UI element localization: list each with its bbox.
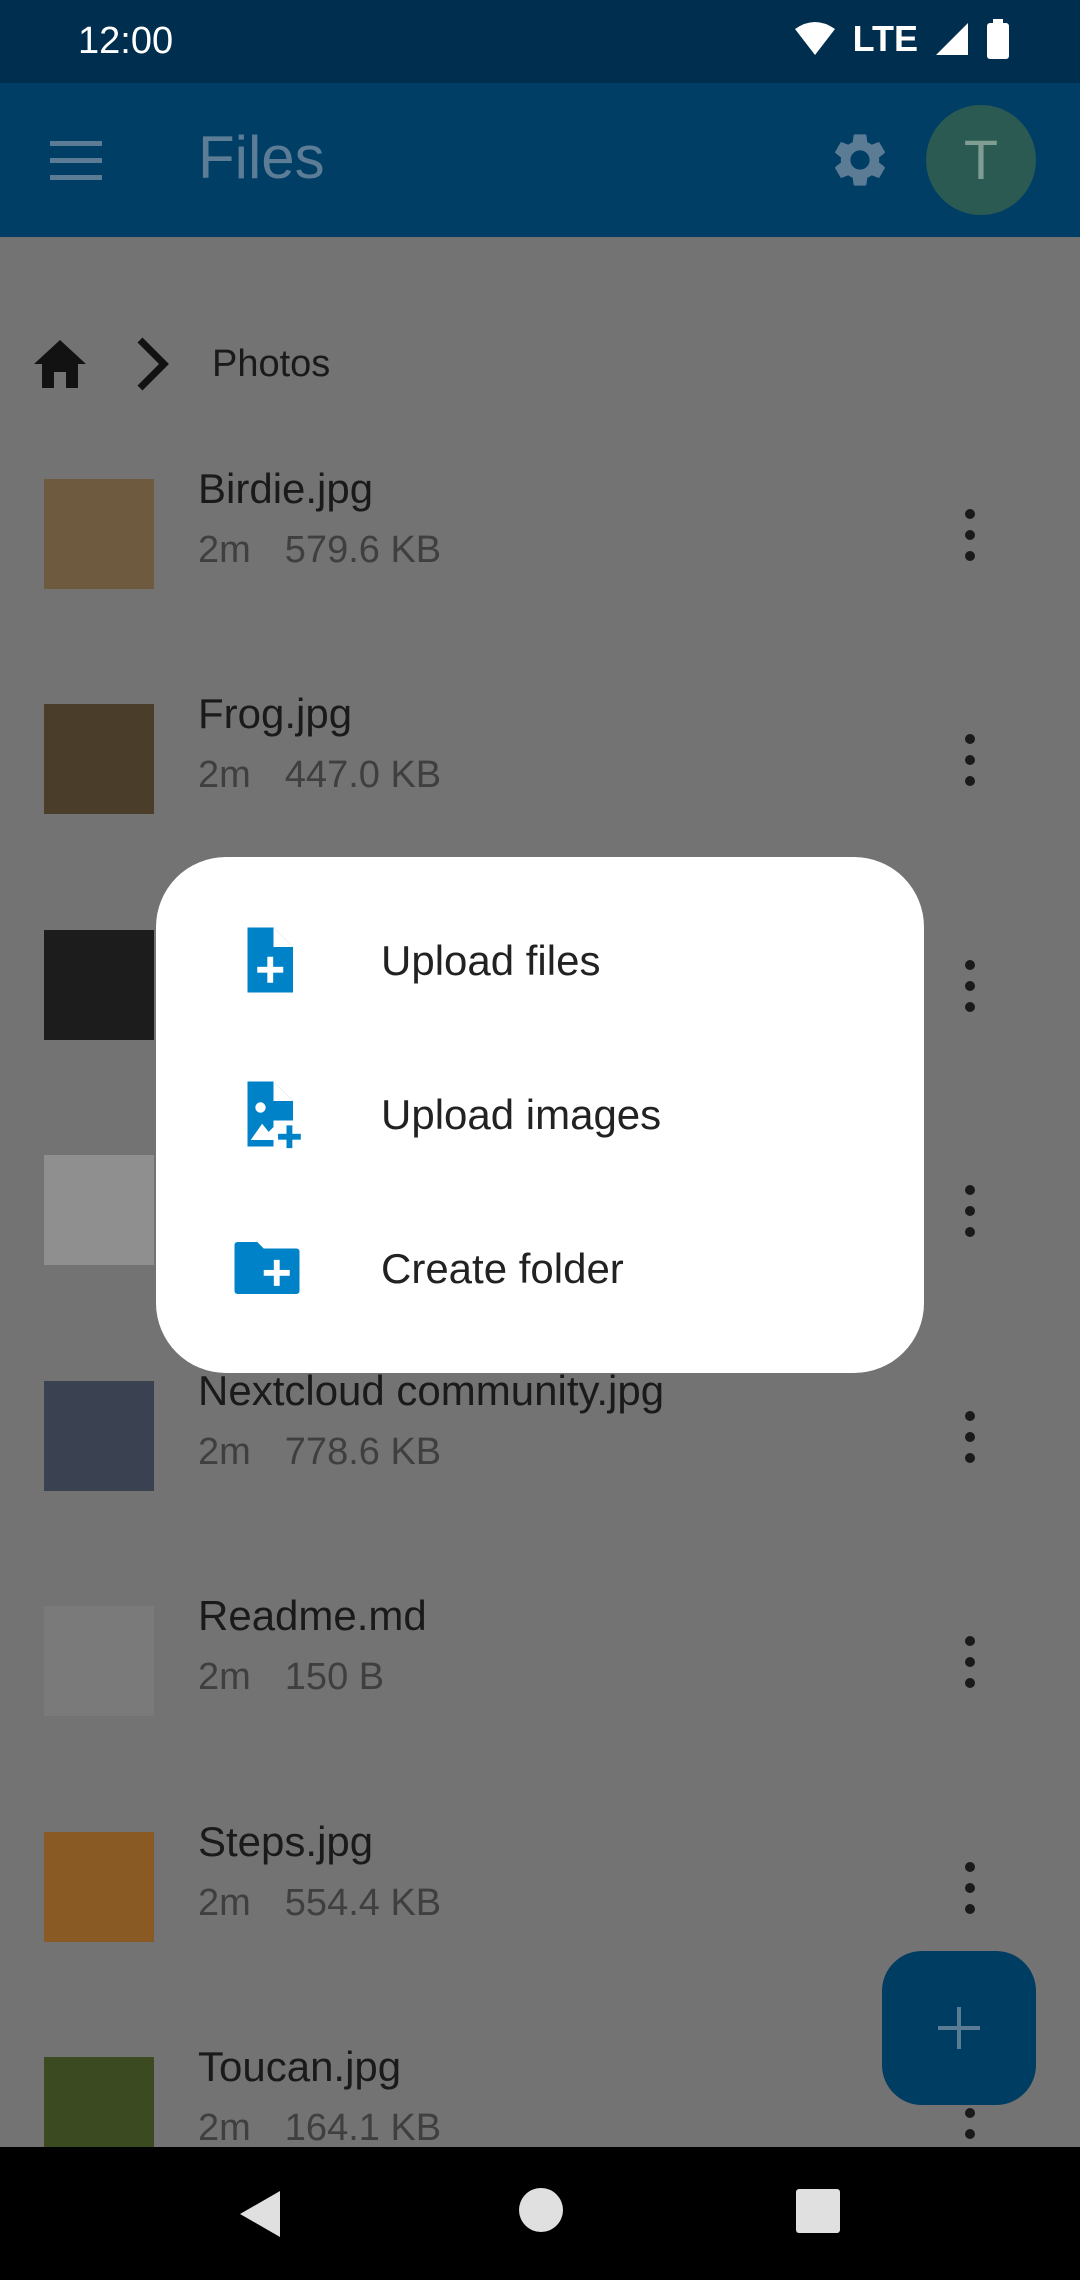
page-title: Files: [198, 124, 325, 191]
recents-icon[interactable]: [796, 2189, 840, 2233]
upload-image-icon: [247, 1081, 301, 1149]
home-icon[interactable]: [32, 336, 88, 392]
create-folder-label: Create folder: [381, 1245, 624, 1292]
plus-icon: [938, 2007, 980, 2049]
file-name: Readme.md: [198, 1592, 427, 1639]
more-options-icon[interactable]: [952, 1632, 988, 1692]
file-size: 579.6 KB: [284, 529, 442, 571]
status-time: 12:00: [78, 20, 174, 62]
file-size: 447.0 KB: [284, 754, 442, 796]
file-thumbnail: [44, 1381, 154, 1491]
more-options-icon[interactable]: [952, 1407, 988, 1467]
breadcrumb: Photos: [32, 329, 330, 399]
back-icon[interactable]: [236, 2187, 286, 2241]
gear-icon[interactable]: [828, 128, 892, 192]
more-options-icon[interactable]: [952, 1181, 988, 1241]
upload-images-option[interactable]: Upload images: [156, 1037, 924, 1191]
more-options-icon[interactable]: [952, 1858, 988, 1918]
file-row[interactable]: Frog.jpg 2m 447.0 KB: [0, 660, 1080, 860]
upload-files-option[interactable]: Upload files: [156, 883, 924, 1037]
upload-file-icon: [247, 927, 293, 993]
create-folder-icon: [234, 1242, 300, 1294]
file-name: Frog.jpg: [198, 690, 353, 737]
file-size: 150 B: [284, 1656, 385, 1698]
upload-images-label: Upload images: [381, 1091, 662, 1138]
breadcrumb-current[interactable]: Photos: [212, 343, 330, 386]
battery-icon: [987, 19, 1009, 59]
file-age: 2m: [198, 1882, 251, 1924]
home-nav-icon[interactable]: [518, 2187, 564, 2233]
file-size: 554.4 KB: [284, 1882, 442, 1924]
file-age: 2m: [198, 1431, 251, 1473]
menu-icon[interactable]: [44, 131, 108, 191]
file-size: 164.1 KB: [284, 2107, 442, 2147]
file-meta: 2m 447.0 KB: [198, 754, 441, 797]
file-thumbnail: [44, 479, 154, 589]
file-row[interactable]: Readme.md 2m 150 B: [0, 1562, 1080, 1762]
app-bar: Files T: [0, 83, 1080, 237]
file-meta: 2m 164.1 KB: [198, 2107, 441, 2147]
file-meta: 2m 150 B: [198, 1656, 384, 1699]
file-row[interactable]: Birdie.jpg 2m 579.6 KB: [0, 435, 1080, 635]
file-name: Steps.jpg: [198, 1818, 374, 1865]
file-thumbnail: [44, 704, 154, 814]
chevron-right-icon: [137, 337, 169, 391]
status-bar: 12:00 LTE: [0, 0, 1080, 83]
file-thumbnail: [44, 2057, 154, 2147]
file-thumbnail: [44, 930, 154, 1040]
file-meta: 2m 778.6 KB: [198, 1431, 441, 1474]
more-options-icon[interactable]: [952, 956, 988, 1016]
file-size: 778.6 KB: [284, 1431, 442, 1473]
file-meta: 2m 579.6 KB: [198, 529, 441, 572]
file-thumbnail: [44, 1832, 154, 1942]
system-nav-bar: [0, 2147, 1080, 2280]
file-meta: 2m 554.4 KB: [198, 1882, 441, 1925]
file-thumbnail: [44, 1155, 154, 1265]
file-thumbnail: [44, 1606, 154, 1716]
file-age: 2m: [198, 2107, 251, 2147]
avatar[interactable]: T: [926, 105, 1036, 215]
network-type-label: LTE: [852, 18, 918, 59]
wifi-icon: [794, 22, 835, 55]
file-name: Birdie.jpg: [198, 465, 374, 512]
file-age: 2m: [198, 754, 251, 796]
upload-files-label: Upload files: [381, 937, 601, 984]
file-age: 2m: [198, 1656, 251, 1698]
more-options-icon[interactable]: [952, 505, 988, 565]
more-options-icon[interactable]: [952, 730, 988, 790]
signal-icon: [936, 23, 968, 55]
file-name: Toucan.jpg: [198, 2043, 402, 2090]
upload-options-dialog: Upload files Upload images Create folder: [156, 857, 924, 1373]
status-icons: LTE: [793, 18, 1010, 60]
add-fab-button[interactable]: [882, 1951, 1036, 2105]
file-name: Nextcloud community.jpg: [198, 1367, 665, 1414]
file-age: 2m: [198, 529, 251, 571]
create-folder-option[interactable]: Create folder: [156, 1191, 924, 1345]
